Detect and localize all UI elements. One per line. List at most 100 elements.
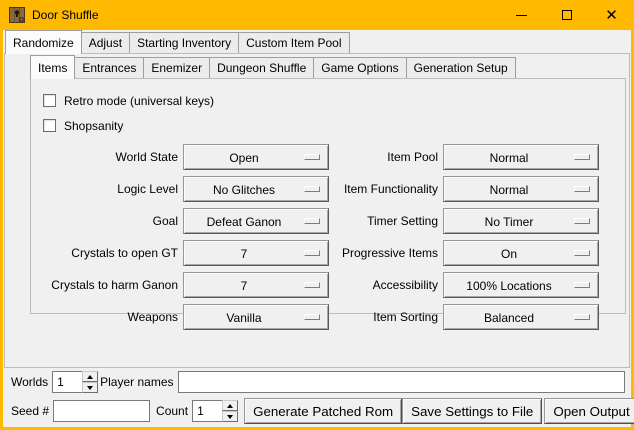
dropdown-value: 100% Locations (444, 278, 574, 293)
save-settings-button[interactable]: Save Settings to File (402, 398, 542, 424)
tab-label: Game Options (321, 61, 398, 75)
dropdown-indicator-icon (304, 282, 320, 288)
maximize-icon (562, 10, 572, 20)
randomize-pane: Items Entrances Enemizer Dungeon Shuffle… (4, 53, 630, 368)
dropdown-value: 7 (184, 278, 304, 293)
footer: Worlds Player names Seed # Count (3, 366, 631, 427)
tab-label: Randomize (13, 36, 74, 50)
tab-label: Custom Item Pool (246, 36, 341, 50)
dropdown-value: On (444, 246, 574, 261)
maximize-button[interactable] (544, 0, 589, 30)
tab-label: Enemizer (151, 61, 202, 75)
tab-label: Generation Setup (414, 61, 508, 75)
dropdown-indicator-icon (304, 250, 320, 256)
item-sorting-label: Item Sorting (334, 310, 438, 324)
dropdown-indicator-icon (304, 186, 320, 192)
shopsanity-label: Shopsanity (64, 118, 123, 133)
worlds-input[interactable] (52, 371, 82, 393)
tab-dungeon-shuffle[interactable]: Dungeon Shuffle (209, 57, 314, 78)
dropdown-value: Normal (444, 182, 574, 197)
accessibility-dropdown[interactable]: 100% Locations (443, 272, 599, 298)
generate-patched-rom-button[interactable]: Generate Patched Rom (244, 398, 402, 424)
world-state-label: World State (32, 150, 178, 164)
count-spin-up-button[interactable] (222, 400, 238, 411)
count-spin-buttons (222, 400, 238, 422)
open-output-directory-button[interactable]: Open Output Directory (544, 398, 634, 424)
worlds-row: Worlds Player names (9, 371, 625, 393)
tab-generation-setup[interactable]: Generation Setup (406, 57, 516, 78)
dropdown-indicator-icon (574, 282, 590, 288)
tab-entrances[interactable]: Entrances (74, 57, 144, 78)
item-functionality-label: Item Functionality (334, 182, 438, 196)
arrow-up-icon (87, 375, 93, 379)
close-button[interactable]: ✕ (589, 0, 634, 30)
timer-setting-dropdown[interactable]: No Timer (443, 208, 599, 234)
accessibility-label: Accessibility (334, 278, 438, 292)
tab-label: Items (38, 61, 67, 75)
dropdown-value: 7 (184, 246, 304, 261)
goal-dropdown[interactable]: Defeat Ganon (183, 208, 329, 234)
player-names-input[interactable] (178, 371, 626, 393)
dropdown-value: Vanilla (184, 310, 304, 325)
world-state-dropdown[interactable]: Open (183, 144, 329, 170)
tab-custom-item-pool[interactable]: Custom Item Pool (238, 32, 349, 53)
arrow-down-icon (227, 415, 233, 419)
worlds-spin-up-button[interactable] (82, 371, 98, 382)
weapons-dropdown[interactable]: Vanilla (183, 304, 329, 330)
secondary-tabbar: Items Entrances Enemizer Dungeon Shuffle… (5, 54, 629, 78)
tab-items[interactable]: Items (30, 55, 75, 79)
crystals-gt-label: Crystals to open GT (32, 246, 178, 260)
retro-mode-checkbox[interactable] (43, 94, 56, 107)
seed-label: Seed # (9, 404, 53, 418)
dropdown-indicator-icon (574, 218, 590, 224)
dropdown-value: No Timer (444, 214, 574, 229)
tab-randomize[interactable]: Randomize (5, 30, 82, 54)
progressive-items-dropdown[interactable]: On (443, 240, 599, 266)
seed-input[interactable] (53, 400, 150, 422)
titlebar[interactable]: Door Shuffle ✕ (0, 0, 634, 30)
shopsanity-checkbox[interactable] (43, 119, 56, 132)
arrow-down-icon (87, 386, 93, 390)
shopsanity-row: Shopsanity (43, 113, 625, 138)
crystals-ganon-dropdown[interactable]: 7 (183, 272, 329, 298)
item-functionality-dropdown[interactable]: Normal (443, 176, 599, 202)
worlds-spin-down-button[interactable] (82, 382, 98, 393)
dropdown-value: No Glitches (184, 182, 304, 197)
item-sorting-dropdown[interactable]: Balanced (443, 304, 599, 330)
tab-label: Starting Inventory (137, 36, 231, 50)
crystals-ganon-label: Crystals to harm Ganon (32, 278, 178, 292)
items-pane: Retro mode (universal keys) Shopsanity W… (30, 78, 626, 314)
crystals-gt-dropdown[interactable]: 7 (183, 240, 329, 266)
dropdown-value: Balanced (444, 310, 574, 325)
count-label: Count (150, 404, 192, 418)
tab-starting-inventory[interactable]: Starting Inventory (129, 32, 239, 53)
item-pool-dropdown[interactable]: Normal (443, 144, 599, 170)
dropdown-indicator-icon (574, 314, 590, 320)
item-pool-label: Item Pool (334, 150, 438, 164)
count-spin-down-button[interactable] (222, 411, 238, 422)
timer-setting-label: Timer Setting (334, 214, 438, 228)
arrow-up-icon (227, 404, 233, 408)
minimize-button[interactable] (499, 0, 544, 30)
dropdown-indicator-icon (304, 314, 320, 320)
tab-game-options[interactable]: Game Options (313, 57, 406, 78)
count-input[interactable] (192, 400, 222, 422)
settings-grid: World State Open Item Pool Normal Logic … (32, 144, 625, 330)
retro-mode-label: Retro mode (universal keys) (64, 93, 214, 108)
close-icon: ✕ (605, 8, 618, 23)
dropdown-indicator-icon (304, 218, 320, 224)
tab-adjust[interactable]: Adjust (81, 32, 130, 53)
weapons-label: Weapons (32, 310, 178, 324)
goal-label: Goal (32, 214, 178, 228)
window-controls: ✕ (499, 0, 634, 30)
progressive-items-label: Progressive Items (334, 246, 438, 260)
worlds-spinner (52, 371, 98, 393)
dropdown-value: Open (184, 150, 304, 165)
logic-level-dropdown[interactable]: No Glitches (183, 176, 329, 202)
retro-mode-row: Retro mode (universal keys) (43, 88, 625, 113)
worlds-spin-buttons (82, 371, 98, 393)
tab-enemizer[interactable]: Enemizer (143, 57, 210, 78)
window-title: Door Shuffle (32, 8, 99, 22)
player-names-label: Player names (98, 375, 177, 389)
worlds-label: Worlds (9, 375, 52, 389)
